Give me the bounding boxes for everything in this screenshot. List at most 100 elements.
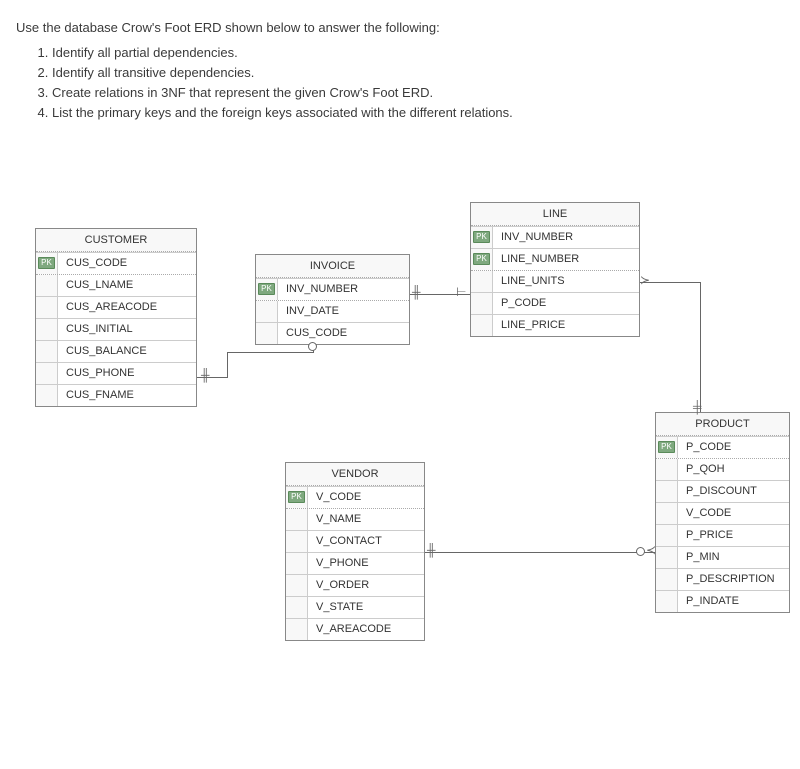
rel-vendor-product — [425, 552, 655, 553]
entity-title: LINE — [471, 203, 639, 226]
attr-name: P_MIN — [678, 547, 789, 567]
attr-name: LINE_PRICE — [493, 315, 639, 335]
attr-row: LINE_PRICE — [471, 314, 639, 336]
cardinality-ring-icon — [308, 342, 317, 351]
attr-name: INV_DATE — [278, 301, 409, 321]
pk-cell — [286, 575, 308, 596]
attr-name: CUS_LNAME — [58, 275, 196, 295]
attr-name: P_QOH — [678, 459, 789, 479]
crowfoot-icon: ╫ — [201, 369, 210, 381]
pk-icon: PK — [38, 257, 55, 269]
attr-name: LINE_UNITS — [493, 271, 639, 291]
attr-name: CUS_BALANCE — [58, 341, 196, 361]
pk-cell — [471, 271, 493, 292]
pk-icon: PK — [658, 441, 675, 453]
attr-row: V_STATE — [286, 596, 424, 618]
attr-name: CUS_AREACODE — [58, 297, 196, 317]
attr-name: CUS_INITIAL — [58, 319, 196, 339]
pk-cell — [256, 323, 278, 344]
attr-name: LINE_NUMBER — [493, 249, 639, 269]
pk-icon: PK — [288, 491, 305, 503]
attr-name: V_CODE — [308, 487, 424, 507]
attr-name: V_CONTACT — [308, 531, 424, 551]
entity-title: CUSTOMER — [36, 229, 196, 252]
pk-icon: PK — [473, 231, 490, 243]
attr-name: P_CODE — [493, 293, 639, 313]
pk-cell: PK — [656, 437, 678, 458]
pk-cell — [471, 315, 493, 336]
pk-cell — [471, 293, 493, 314]
pk-icon: PK — [258, 283, 275, 295]
rel-line-product — [700, 282, 701, 412]
pk-cell — [656, 569, 678, 590]
attr-name: P_PRICE — [678, 525, 789, 545]
attr-row: P_DESCRIPTION — [656, 568, 789, 590]
attr-name: P_INDATE — [678, 591, 789, 611]
attr-name: INV_NUMBER — [493, 227, 639, 247]
pk-cell — [286, 597, 308, 618]
pk-cell — [286, 531, 308, 552]
attr-row: P_DISCOUNT — [656, 480, 789, 502]
entity-title: VENDOR — [286, 463, 424, 486]
pk-cell — [656, 547, 678, 568]
pk-cell: PK — [256, 279, 278, 300]
pk-icon: PK — [473, 253, 490, 265]
attr-name: V_CODE — [678, 503, 789, 523]
attr-row: V_ORDER — [286, 574, 424, 596]
attr-name: P_DESCRIPTION — [678, 569, 789, 589]
question-prompt: Use the database Crow's Foot ERD shown b… — [0, 0, 800, 132]
attr-row: V_CONTACT — [286, 530, 424, 552]
attr-row: PK LINE_NUMBER — [471, 248, 639, 270]
attr-name: V_NAME — [308, 509, 424, 529]
entity-line: LINE PK INV_NUMBER PK LINE_NUMBER LINE_U… — [470, 202, 640, 337]
attr-name: P_DISCOUNT — [678, 481, 789, 501]
attr-row: PK V_CODE — [286, 486, 424, 508]
pk-cell — [656, 459, 678, 480]
attr-row: PK P_CODE — [656, 436, 789, 458]
attr-name: V_STATE — [308, 597, 424, 617]
crowfoot-icon: ╫ — [427, 544, 436, 556]
attr-row: P_INDATE — [656, 590, 789, 612]
pk-cell — [656, 525, 678, 546]
pk-cell — [656, 503, 678, 524]
crowfoot-icon: ⊢ — [456, 286, 466, 298]
attr-row: V_AREACODE — [286, 618, 424, 640]
prompt-title: Use the database Crow's Foot ERD shown b… — [16, 20, 784, 35]
crowfoot-icon: ╫ — [412, 286, 421, 298]
pk-cell: PK — [286, 487, 308, 508]
attr-row: INV_DATE — [256, 300, 409, 322]
prompt-list: Identify all partial dependencies. Ident… — [16, 43, 784, 124]
pk-cell — [36, 363, 58, 384]
attr-name: P_CODE — [678, 437, 789, 457]
attr-row: V_NAME — [286, 508, 424, 530]
prompt-item: Create relations in 3NF that represent t… — [52, 83, 784, 103]
pk-cell: PK — [36, 253, 58, 274]
pk-cell — [286, 553, 308, 574]
attr-name: V_AREACODE — [308, 619, 424, 639]
attr-row: V_CODE — [656, 502, 789, 524]
attr-row: CUS_LNAME — [36, 274, 196, 296]
erd-canvas: CUSTOMER PK CUS_CODE CUS_LNAME CUS_AREAC… — [0, 142, 800, 702]
entity-title: PRODUCT — [656, 413, 789, 436]
cardinality-ring-icon — [636, 547, 645, 556]
pk-cell — [36, 297, 58, 318]
attr-row: P_CODE — [471, 292, 639, 314]
pk-cell — [36, 385, 58, 406]
attr-name: V_ORDER — [308, 575, 424, 595]
attr-row: CUS_INITIAL — [36, 318, 196, 340]
pk-cell — [256, 301, 278, 322]
attr-row: V_PHONE — [286, 552, 424, 574]
attr-row: CUS_FNAME — [36, 384, 196, 406]
prompt-item: Identify all transitive dependencies. — [52, 63, 784, 83]
pk-cell — [656, 481, 678, 502]
pk-cell — [656, 591, 678, 612]
pk-cell — [36, 341, 58, 362]
attr-row: PK CUS_CODE — [36, 252, 196, 274]
attr-row: LINE_UNITS — [471, 270, 639, 292]
entity-product: PRODUCT PK P_CODE P_QOH P_DISCOUNT V_COD… — [655, 412, 790, 613]
crowfoot-icon: ╪ — [693, 401, 702, 413]
pk-cell: PK — [471, 227, 493, 248]
attr-row: P_QOH — [656, 458, 789, 480]
entity-vendor: VENDOR PK V_CODE V_NAME V_CONTACT V_PHON… — [285, 462, 425, 641]
attr-name: INV_NUMBER — [278, 279, 409, 299]
